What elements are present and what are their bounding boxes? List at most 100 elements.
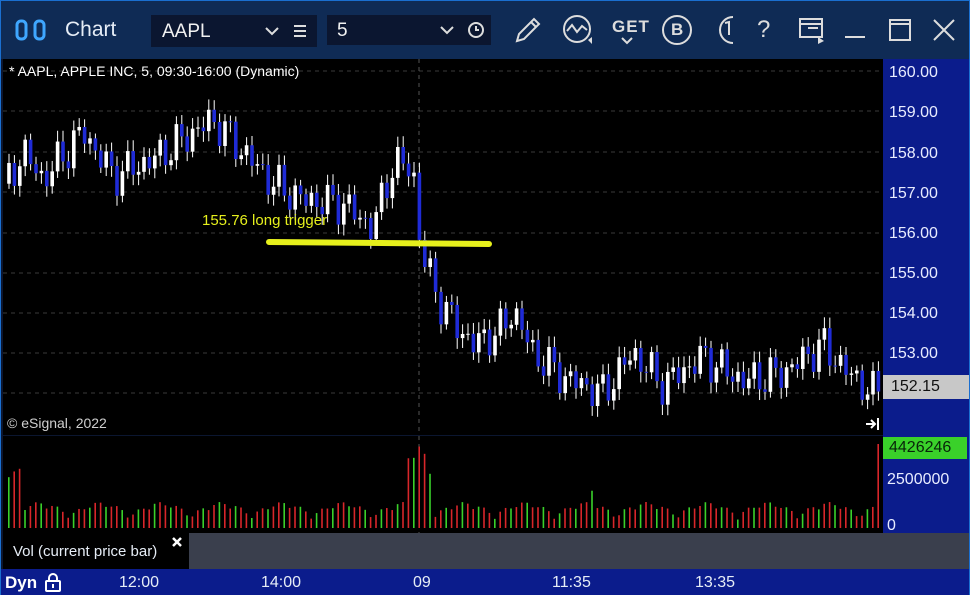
candle-body	[304, 194, 308, 206]
symbol-value: AAPL	[162, 21, 211, 42]
scroll-to-end-icon[interactable]	[865, 417, 881, 431]
candle-body	[282, 164, 287, 196]
app-chart-icon	[15, 19, 46, 41]
volume-bar	[35, 502, 37, 528]
symbol-menu-icon[interactable]	[292, 24, 308, 38]
volume-bar	[845, 507, 847, 528]
volume-bar	[537, 507, 539, 528]
pencil-icon[interactable]	[511, 13, 545, 47]
volume-tick-label: 2500000	[887, 471, 950, 488]
candle-body	[563, 376, 567, 394]
volume-bar	[202, 508, 204, 528]
volume-bars-chart	[8, 436, 879, 533]
candle-body	[828, 328, 832, 366]
study-icon[interactable]	[561, 13, 595, 47]
candle-body	[309, 192, 314, 206]
study-tab[interactable]: Vol (current price bar)	[3, 533, 189, 569]
volume-bar	[396, 504, 399, 528]
candle-body	[752, 362, 756, 379]
volume-bar	[488, 512, 491, 528]
volume-bar	[650, 504, 653, 528]
candle-body	[82, 126, 87, 144]
buy-button[interactable]: B	[662, 15, 692, 45]
current-price-badge: 152.15	[883, 375, 969, 399]
candle-body	[325, 184, 330, 215]
volume-bar	[731, 512, 734, 528]
candle-body	[536, 339, 540, 367]
candle-body	[169, 160, 173, 166]
volume-bar	[418, 446, 420, 528]
clock-partial-icon[interactable]	[709, 13, 743, 47]
candle-body	[153, 155, 157, 169]
volume-bar	[283, 503, 285, 528]
volume-bar	[348, 506, 350, 528]
time-tick-label: 14:00	[261, 574, 302, 591]
candle-body	[244, 145, 249, 156]
price-chart[interactable]: * AAPL, APPLE INC, 5, 09:30-16:00 (Dynam…	[3, 59, 883, 435]
candle-body	[163, 139, 168, 166]
candle-body	[541, 366, 546, 376]
candle-body	[136, 171, 141, 175]
candle-body	[239, 155, 243, 160]
volume-bar	[866, 509, 869, 528]
current-volume-badge: 4426246	[883, 437, 967, 459]
volume-bar	[828, 502, 831, 528]
price-tick-label: 159.00	[889, 104, 938, 121]
volume-bar	[40, 503, 42, 528]
volume-bars	[8, 444, 879, 528]
candle-body	[822, 328, 827, 340]
candle-body	[212, 109, 216, 122]
volume-bar	[688, 507, 690, 528]
candle-body	[201, 127, 206, 132]
maximize-icon[interactable]	[883, 13, 917, 47]
volume-bar	[67, 517, 69, 528]
volume-bar	[526, 502, 528, 528]
candle-body	[234, 121, 238, 160]
volume-bar	[818, 509, 820, 528]
interval-input[interactable]: 5	[327, 15, 491, 45]
volume-bar	[758, 507, 761, 528]
long-trigger-line[interactable]	[266, 239, 492, 247]
volume-bar	[143, 508, 145, 528]
candle-body	[876, 370, 881, 392]
time-tick-label: 13:35	[695, 574, 736, 591]
chevron-down-icon[interactable]	[264, 24, 280, 38]
time-axis[interactable]: Dyn 12:00 14:00 09 11:35 13:35	[1, 569, 969, 595]
candle-body	[471, 333, 476, 353]
candle-body	[725, 349, 729, 377]
lock-icon[interactable]	[43, 572, 63, 592]
volume-bar	[8, 477, 10, 528]
get-button[interactable]: GET	[611, 15, 649, 47]
volume-bar	[715, 508, 717, 528]
volume-bar	[742, 511, 744, 528]
annotation-label[interactable]: 155.76 long trigger	[202, 212, 327, 229]
volume-bar	[105, 506, 107, 528]
volume-bar	[774, 506, 777, 528]
clock-icon[interactable]	[467, 21, 485, 39]
close-icon[interactable]	[927, 13, 961, 47]
symbol-input[interactable]: AAPL	[151, 15, 317, 47]
candle-body	[72, 130, 76, 169]
candle-body	[147, 156, 152, 169]
volume-bar	[429, 473, 431, 528]
candle-body	[779, 367, 783, 388]
chevron-down-icon[interactable]	[439, 23, 455, 37]
volume-pane[interactable]	[3, 436, 883, 533]
volume-bar	[369, 517, 372, 528]
candlestick-chart[interactable]	[3, 59, 883, 435]
volume-bar	[153, 503, 156, 528]
volume-bar	[483, 507, 485, 528]
volume-bar	[402, 502, 404, 528]
help-button[interactable]: ?	[757, 16, 770, 44]
dyn-label[interactable]: Dyn	[5, 573, 37, 593]
layout-icon[interactable]	[796, 13, 830, 47]
minimize-icon[interactable]	[839, 13, 873, 47]
volume-bar	[326, 508, 329, 528]
close-study-icon[interactable]	[171, 536, 183, 548]
volume-bar	[186, 515, 188, 528]
candle-body	[347, 194, 351, 204]
candle-body	[574, 371, 578, 389]
price-axis[interactable]: 160.00 159.00 158.00 157.00 156.00 155.0…	[883, 59, 969, 534]
candle-body	[790, 364, 794, 368]
candle-body	[190, 128, 195, 152]
